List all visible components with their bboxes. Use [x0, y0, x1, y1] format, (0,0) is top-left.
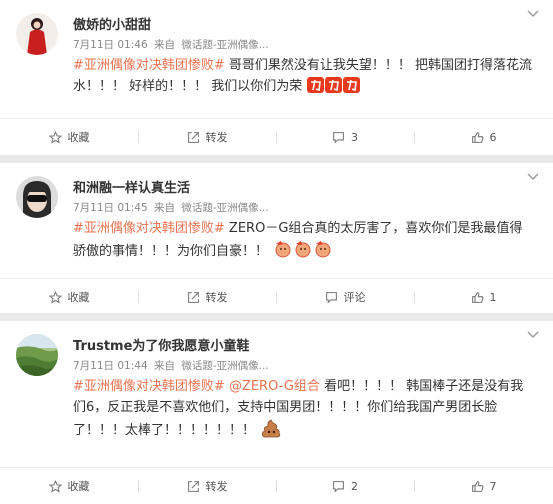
- like-button[interactable]: 7: [414, 468, 553, 504]
- strong-emoji-icon: [307, 76, 361, 101]
- comment-count: 3: [351, 130, 358, 144]
- action-bar: 收藏 转发 3 6: [0, 119, 553, 155]
- post-time[interactable]: 7月11日 01:44: [73, 360, 148, 372]
- like-count: 7: [489, 479, 497, 493]
- repost-icon: [187, 291, 199, 303]
- post-time[interactable]: 7月11日 01:46: [73, 39, 148, 51]
- username[interactable]: Trustme为了你我愿意小童鞋: [73, 335, 249, 354]
- avatar[interactable]: [16, 334, 58, 376]
- avatar[interactable]: [16, 13, 58, 55]
- comment-button[interactable]: 评论: [276, 279, 414, 315]
- repost-label: 转发: [205, 131, 228, 144]
- comment-button[interactable]: 2: [276, 468, 414, 504]
- comment-icon: [333, 131, 344, 144]
- username[interactable]: 傲娇的小甜甜: [73, 14, 151, 33]
- comment-count: 2: [351, 479, 358, 493]
- avatar[interactable]: [16, 176, 58, 218]
- chevron-down-icon[interactable]: [527, 331, 539, 341]
- like-button[interactable]: 1: [414, 279, 553, 315]
- thumbs-up-icon: [471, 131, 483, 143]
- comment-label: 评论: [343, 291, 366, 304]
- like-count: 1: [489, 290, 497, 304]
- chevron-down-icon[interactable]: [527, 10, 539, 20]
- action-bar: 收藏 转发 2 7: [0, 468, 553, 504]
- post-text: #亚洲偶像对决韩团惨败# ZERO－G组合真的太厉害了，喜欢你们是我最值得骄傲的…: [73, 218, 533, 266]
- star-icon: [48, 290, 62, 304]
- hashtag-link[interactable]: #亚洲偶像对决韩团惨败#: [73, 379, 225, 394]
- cheer-emoji-icon: [273, 239, 335, 266]
- repost-button[interactable]: 转发: [138, 468, 276, 504]
- post-meta: 7月11日 01:46 来自 微话题-亚洲偶像...: [73, 37, 272, 52]
- mention-link[interactable]: @ZERO-G组合: [229, 379, 320, 394]
- like-count: 6: [489, 130, 497, 144]
- repost-button[interactable]: 转发: [138, 279, 276, 315]
- repost-label: 转发: [205, 291, 228, 304]
- post-text: #亚洲偶像对决韩团惨败# @ZERO-G组合 看吧！！！！ 韩国棒子还是没有我们…: [73, 376, 533, 445]
- post-source[interactable]: 微话题-亚洲偶像...: [181, 39, 268, 51]
- post-source[interactable]: 微话题-亚洲偶像...: [181, 202, 268, 214]
- comment-icon: [333, 480, 344, 493]
- favorite-button[interactable]: 收藏: [0, 119, 138, 155]
- comment-button[interactable]: 3: [276, 119, 414, 155]
- repost-button[interactable]: 转发: [138, 119, 276, 155]
- poop-emoji-icon: [260, 418, 282, 445]
- like-button[interactable]: 6: [414, 119, 553, 155]
- favorite-button[interactable]: 收藏: [0, 468, 138, 504]
- action-bar: 收藏 转发 评论 1: [0, 279, 553, 315]
- chevron-down-icon[interactable]: [527, 173, 539, 183]
- comment-icon: [325, 291, 337, 304]
- source-prefix: 来自: [153, 202, 175, 214]
- star-icon: [48, 130, 62, 144]
- source-prefix: 来自: [153, 39, 175, 51]
- favorite-label: 收藏: [67, 480, 90, 493]
- post-card: 和洲融一样认真生活 7月11日 01:45 来自 微话题-亚洲偶像... #亚洲…: [0, 163, 553, 313]
- post-card: 傲娇的小甜甜 7月11日 01:46 来自 微话题-亚洲偶像... #亚洲偶像对…: [0, 0, 553, 155]
- repost-label: 转发: [205, 480, 228, 493]
- favorite-label: 收藏: [67, 291, 90, 304]
- hashtag-link[interactable]: #亚洲偶像对决韩团惨败#: [73, 221, 225, 236]
- star-icon: [48, 479, 62, 493]
- post-time[interactable]: 7月11日 01:45: [73, 202, 148, 214]
- favorite-label: 收藏: [67, 131, 90, 144]
- thumbs-up-icon: [471, 480, 483, 492]
- thumbs-up-icon: [471, 291, 483, 303]
- username[interactable]: 和洲融一样认真生活: [73, 177, 190, 196]
- hashtag-link[interactable]: #亚洲偶像对决韩团惨败#: [73, 58, 225, 73]
- repost-icon: [187, 131, 199, 143]
- post-meta: 7月11日 01:44 来自 微话题-亚洲偶像...: [73, 358, 272, 373]
- post-text: #亚洲偶像对决韩团惨败# 哥哥们果然没有让我失望！！！ 把韩国团打得落花流水！！…: [73, 55, 533, 101]
- post-card: Trustme为了你我愿意小童鞋 7月11日 01:44 来自 微话题-亚洲偶像…: [0, 321, 553, 504]
- post-source[interactable]: 微话题-亚洲偶像...: [181, 360, 268, 372]
- source-prefix: 来自: [153, 360, 175, 372]
- repost-icon: [187, 480, 199, 492]
- post-meta: 7月11日 01:45 来自 微话题-亚洲偶像...: [73, 200, 272, 215]
- favorite-button[interactable]: 收藏: [0, 279, 138, 315]
